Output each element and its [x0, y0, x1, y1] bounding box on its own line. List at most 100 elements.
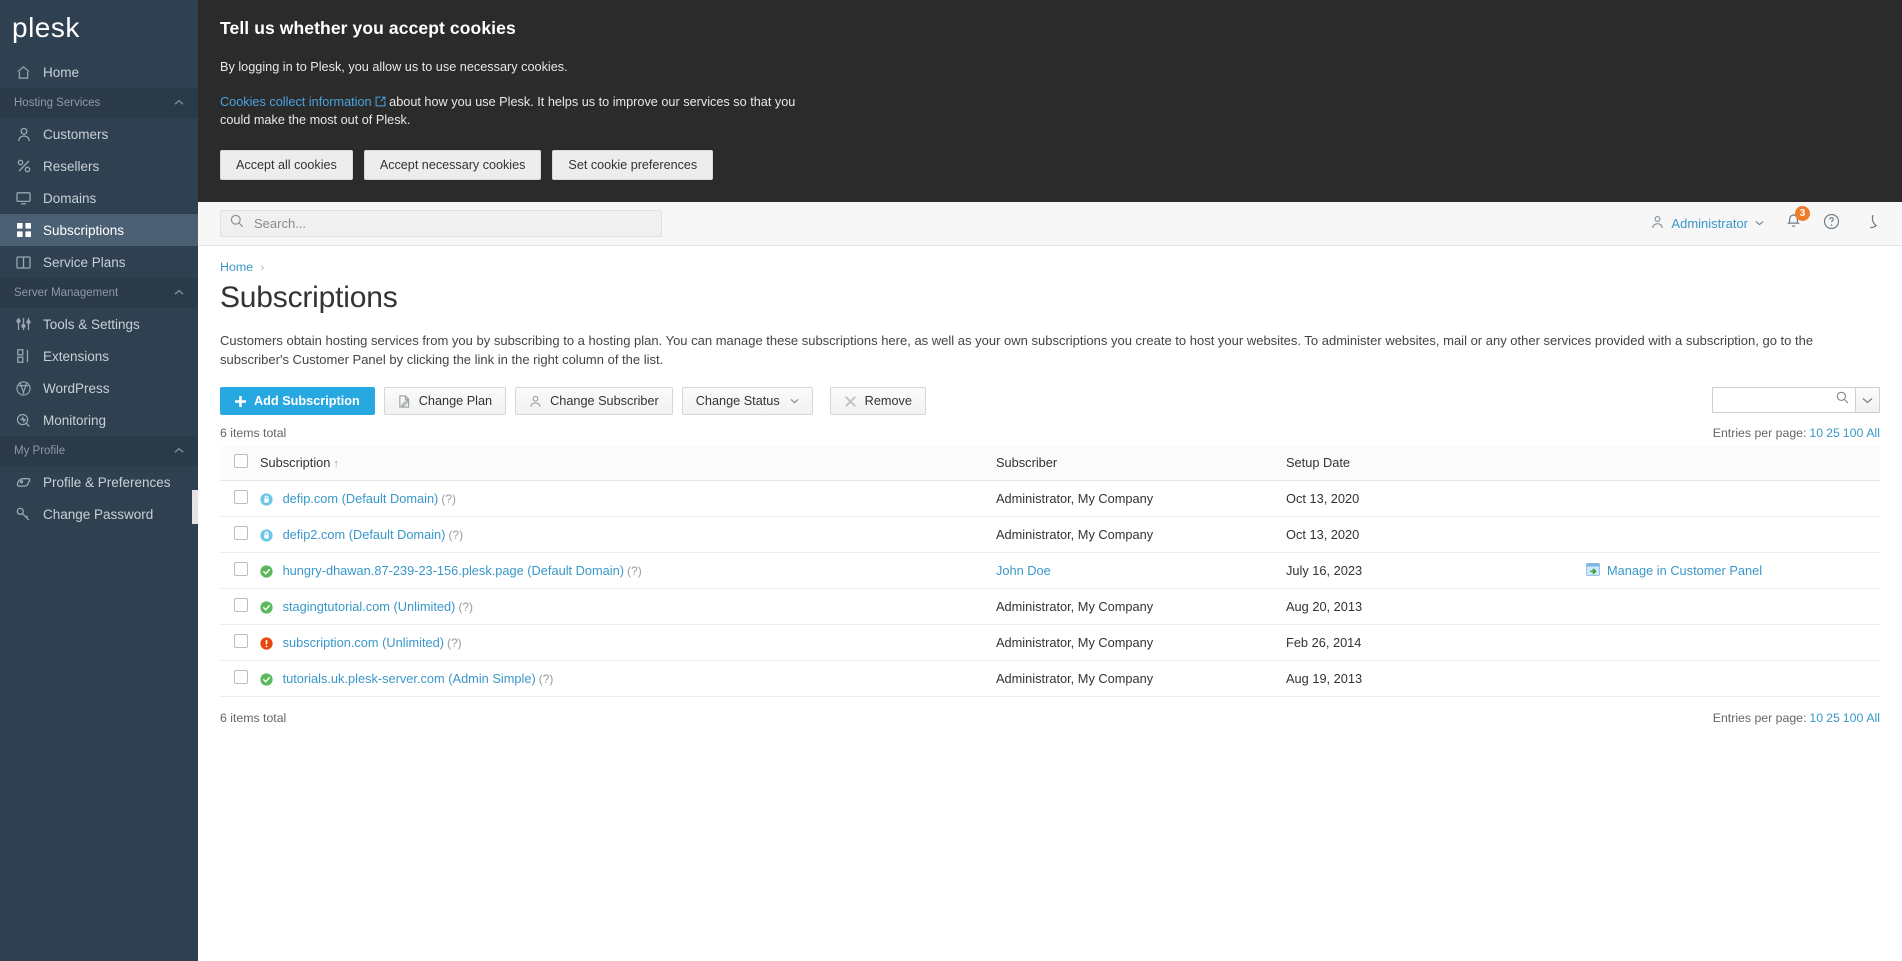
row-checkbox[interactable] [234, 634, 248, 648]
sidebar-group-my-profile[interactable]: My Profile [0, 436, 198, 466]
set-cookie-preferences-button[interactable]: Set cookie preferences [552, 150, 714, 180]
entries-per-page-all[interactable]: All [1866, 711, 1880, 725]
cookie-banner-paragraph-2: Cookies collect information about how yo… [220, 93, 800, 129]
entries-per-page-all[interactable]: All [1866, 426, 1880, 440]
table-row[interactable]: stagingtutorial.com (Unlimited) (?) Admin… [220, 588, 1880, 625]
subscription-link[interactable]: tutorials.uk.plesk-server.com (Admin Sim… [283, 671, 536, 686]
notifications-button[interactable]: 3 [1785, 205, 1810, 235]
subscriber-cell: Administrator, My Company [990, 588, 1280, 625]
sidebar-item-monitoring[interactable]: Monitoring [0, 404, 198, 436]
row-select-cell [220, 480, 254, 517]
subscription-link[interactable]: stagingtutorial.com (Unlimited) [283, 599, 456, 614]
change-status-button[interactable]: Change Status [681, 387, 813, 415]
administrator-menu[interactable]: Administrator [1651, 215, 1764, 232]
sidebar-collapse-toggle[interactable] [192, 490, 198, 524]
sidebar-item-home[interactable]: Home [0, 56, 198, 88]
table-row[interactable]: subscription.com (Unlimited) (?) Administ… [220, 624, 1880, 661]
change-plan-label: Change Plan [418, 394, 493, 408]
table-row[interactable]: defip2.com (Default Domain) (?) Administr… [220, 516, 1880, 553]
status-active-icon [260, 601, 273, 614]
row-checkbox[interactable] [234, 598, 248, 612]
help-hint-icon[interactable]: (?) [441, 492, 456, 506]
subscription-link[interactable]: defip2.com (Default Domain) [283, 527, 446, 542]
remove-label: Remove [864, 394, 912, 408]
help-hint-icon[interactable]: (?) [448, 528, 463, 542]
help-hint-icon[interactable]: (?) [458, 600, 473, 614]
entries-per-page-10[interactable]: 10 [1809, 711, 1823, 725]
dark-mode-toggle[interactable] [1861, 213, 1878, 235]
row-checkbox[interactable] [234, 490, 248, 504]
entries-per-page-10[interactable]: 10 [1809, 426, 1823, 440]
chevron-down-icon [1862, 397, 1873, 403]
column-header-setup-date[interactable]: Setup Date [1280, 446, 1580, 481]
sidebar-group-server-management[interactable]: Server Management [0, 278, 198, 308]
plesk-logo[interactable]: plesk [0, 0, 198, 56]
add-subscription-button[interactable]: Add Subscription [220, 387, 375, 415]
monitor-icon [14, 190, 33, 206]
row-checkbox[interactable] [234, 670, 248, 684]
subscription-link[interactable]: subscription.com (Unlimited) [283, 635, 444, 650]
help-hint-icon[interactable]: (?) [627, 564, 642, 578]
cookie-banner-title: Tell us whether you accept cookies [220, 18, 516, 38]
sidebar-item-profile-preferences[interactable]: Profile & Preferences [0, 466, 198, 498]
cookies-collect-information-link[interactable]: Cookies collect information [220, 95, 372, 109]
sidebar-item-wordpress[interactable]: WordPress [0, 372, 198, 404]
table-row[interactable]: hungry-dhawan.87-239-23-156.plesk.page (… [220, 552, 1880, 589]
accept-necessary-cookies-button[interactable]: Accept necessary cookies [363, 150, 542, 180]
entries-per-page-25[interactable]: 25 [1826, 711, 1840, 725]
setup-date-cell: July 16, 2023 [1280, 552, 1580, 589]
manage-in-customer-panel[interactable]: Manage in Customer Panel [1586, 562, 1874, 579]
sidebar-item-label: Profile & Preferences [43, 474, 171, 490]
main-area: Tell us whether you accept cookies By lo… [198, 0, 1902, 961]
help-hint-icon[interactable]: (?) [539, 672, 554, 686]
sidebar-item-label: Resellers [43, 158, 100, 174]
subscription-link[interactable]: hungry-dhawan.87-239-23-156.plesk.page (… [283, 563, 624, 578]
sidebar-group-label: Hosting Services [14, 97, 101, 109]
change-plan-button[interactable]: Change Plan [383, 387, 507, 415]
chevron-up-icon [174, 98, 184, 109]
global-search[interactable] [220, 210, 662, 237]
subscription-link[interactable]: defip.com (Default Domain) [283, 491, 439, 506]
row-checkbox[interactable] [234, 562, 248, 576]
row-select-cell [220, 624, 254, 661]
row-action-cell [1580, 660, 1880, 697]
row-checkbox[interactable] [234, 526, 248, 540]
remove-button[interactable]: Remove [829, 387, 926, 415]
entries-per-page-100[interactable]: 100 [1843, 426, 1864, 440]
setup-date-cell: Aug 20, 2013 [1280, 588, 1580, 625]
column-header-subscriber[interactable]: Subscriber [990, 446, 1280, 481]
sidebar-item-domains[interactable]: Domains [0, 182, 198, 214]
sidebar-item-resellers[interactable]: Resellers [0, 150, 198, 182]
list-filter [1712, 387, 1880, 413]
help-button[interactable] [1823, 213, 1840, 235]
sidebar-item-service-plans[interactable]: Service Plans [0, 246, 198, 278]
entries-per-page-100[interactable]: 100 [1843, 711, 1864, 725]
sidebar-item-change-password[interactable]: Change Password [0, 498, 198, 530]
accept-all-cookies-button[interactable]: Accept all cookies [220, 150, 353, 180]
table-row[interactable]: tutorials.uk.plesk-server.com (Admin Sim… [220, 660, 1880, 697]
manage-in-customer-panel-link[interactable]: Manage in Customer Panel [1607, 563, 1762, 578]
breadcrumb-home-link[interactable]: Home [220, 260, 253, 274]
subscriber-link[interactable]: John Doe [996, 563, 1051, 578]
change-subscriber-button[interactable]: Change Subscriber [515, 387, 673, 415]
search-input[interactable] [252, 215, 652, 232]
list-search-box[interactable] [1712, 387, 1856, 413]
help-hint-icon[interactable]: (?) [447, 636, 462, 650]
select-all-checkbox[interactable] [234, 454, 248, 468]
sidebar-group-hosting-services[interactable]: Hosting Services [0, 88, 198, 118]
sidebar-item-extensions[interactable]: Extensions [0, 340, 198, 372]
column-header-subscription[interactable]: Subscription ↑ [254, 446, 990, 481]
chevron-down-icon [1755, 218, 1764, 229]
list-search-input[interactable] [1721, 392, 1836, 408]
table-row[interactable]: defip.com (Default Domain) (?) Administra… [220, 480, 1880, 517]
list-filter-dropdown-toggle[interactable] [1855, 387, 1880, 413]
sidebar-item-label: Customers [43, 126, 109, 142]
sidebar-item-tools-settings[interactable]: Tools & Settings [0, 308, 198, 340]
chevron-down-icon [790, 396, 799, 406]
home-icon [14, 64, 33, 80]
sidebar-item-subscriptions[interactable]: Subscriptions [0, 214, 198, 246]
extensions-icon [14, 348, 33, 364]
sidebar-item-customers[interactable]: Customers [0, 118, 198, 150]
change-subscriber-label: Change Subscriber [550, 394, 659, 408]
entries-per-page-25[interactable]: 25 [1826, 426, 1840, 440]
